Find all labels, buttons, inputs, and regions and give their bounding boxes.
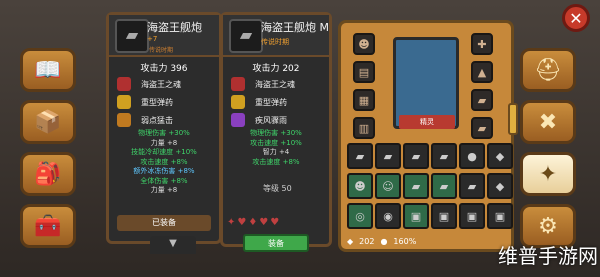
strike-icon: [117, 113, 131, 127]
part-row: 重型弹药: [231, 95, 287, 109]
soul-icon: [117, 77, 131, 91]
gem-icon: ◆: [347, 236, 354, 246]
weapon-stats: 物理伤害 +30% 攻击速度 +10% 智力 +4 攻击速度 +8%: [223, 129, 329, 167]
inventory-slot[interactable]: ●: [459, 143, 485, 169]
ammo-icon: [231, 95, 245, 109]
inventory-slot[interactable]: ▣: [403, 203, 429, 229]
equipped-label: 已装备: [117, 215, 211, 231]
part-row: 弱点猛击: [117, 113, 173, 127]
stat-line: 全体伤害 +8%: [140, 176, 188, 185]
inventory-slot[interactable]: ▰: [431, 173, 457, 199]
left-menu: 📖 📦 🎒 🧰: [20, 48, 82, 256]
stat-line: 攻击速度 +10%: [250, 138, 302, 147]
rune-slots: ✦♥♦♥♥: [227, 217, 282, 228]
weapon-subtitle: +7: [147, 35, 158, 43]
inventory-slot[interactable]: ◉: [375, 203, 401, 229]
part-label: 海盗王之魂: [141, 79, 181, 89]
part-label: 重型弹药: [255, 97, 287, 107]
close-icon[interactable]: ✕: [562, 4, 590, 32]
soul-icon: [231, 77, 245, 91]
ammo-icon: [117, 95, 131, 109]
stat-line: 技能冷却速度 +10%: [131, 148, 197, 156]
stat-line: 物理伤害 +30%: [138, 129, 190, 137]
bag-icon[interactable]: 🎒: [20, 152, 76, 196]
stat-line: 智力 +4: [262, 148, 290, 156]
part-label: 海盗王之魂: [255, 79, 295, 89]
part-row: 海盗王之魂: [231, 77, 295, 91]
part-label: 疾风骤雨: [255, 115, 287, 125]
part-row: 海盗王之魂: [117, 77, 181, 91]
coin-count: 160%: [393, 236, 417, 246]
stat-line: 物理伤害 +30%: [250, 129, 302, 137]
equip-slot[interactable]: ▰: [471, 117, 493, 139]
part-row: 重型弹药: [117, 95, 173, 109]
weapon-title: 海盗王舰炮: [147, 21, 202, 34]
equip-slot[interactable]: ▥: [353, 117, 375, 139]
panel-scroll-tab[interactable]: [508, 103, 518, 135]
box-icon[interactable]: 📦: [20, 100, 76, 144]
equip-slot[interactable]: ✚: [471, 33, 493, 55]
equip-slot[interactable]: ☻: [353, 33, 375, 55]
weapon-rarity: 传说时期: [261, 38, 289, 46]
equip-slot[interactable]: ▲: [471, 61, 493, 83]
cannon-icon: ▰: [115, 19, 149, 53]
stat-line: 攻击速度 +8%: [140, 157, 188, 166]
coin-icon: ●: [380, 236, 388, 246]
weapon-card-header: ▰ 海盗王舰炮 +7 传说时期: [109, 15, 219, 57]
inventory-slot[interactable]: ▣: [459, 203, 485, 229]
watermark: 维普手游网: [498, 244, 598, 268]
stat-line: 力量 +8: [150, 186, 178, 194]
equip-button[interactable]: 装备: [243, 234, 309, 252]
currency-bar: ◆ 202 ● 160%: [347, 234, 507, 248]
inventory-slot[interactable]: ☻: [347, 173, 373, 199]
inventory-slot[interactable]: ☺: [375, 173, 401, 199]
inventory-slot[interactable]: ▰: [403, 143, 429, 169]
weapon-stats: 物理伤害 +30% 力量 +8 技能冷却速度 +10% 攻击速度 +8% 额外冰…: [109, 129, 219, 196]
weapon-title: 海盗王舰炮 M: [261, 21, 329, 34]
stat-line: 攻击速度 +8%: [252, 157, 300, 166]
book-icon[interactable]: 📖: [20, 48, 76, 92]
inventory-slot[interactable]: ◆: [487, 173, 513, 199]
inventory-slot[interactable]: ▰: [403, 173, 429, 199]
inventory-slot[interactable]: ▣: [431, 203, 457, 229]
weapon-rarity: 传说时期: [149, 47, 174, 54]
weapon-card-equipped[interactable]: ▰ 海盗王舰炮 +7 传说时期 攻击力 396 海盗王之魂 重型弹药 弱点猛击 …: [106, 12, 222, 244]
gear-cross-icon[interactable]: ✦: [520, 152, 576, 196]
storm-icon: [231, 113, 245, 127]
inventory-slot[interactable]: ◎: [347, 203, 373, 229]
stat-line: 力量 +8: [150, 138, 178, 147]
part-row: 疾风骤雨: [231, 113, 287, 127]
inventory-slot[interactable]: ▰: [431, 143, 457, 169]
inventory-slot[interactable]: ▣: [487, 203, 513, 229]
collapse-tab[interactable]: ▼: [150, 236, 196, 254]
weapon-level: 等级 50: [263, 184, 292, 193]
stat-line: 额外冰冻伤害 +8%: [133, 167, 195, 175]
helmet-icon[interactable]: ⛑: [520, 48, 576, 92]
inventory-slot[interactable]: ▰: [375, 143, 401, 169]
weapon-attack: 攻击力 202: [252, 64, 300, 74]
chest-icon[interactable]: 🧰: [20, 204, 76, 248]
equip-slot[interactable]: ▰: [471, 89, 493, 111]
inventory-slot[interactable]: ▰: [459, 173, 485, 199]
part-label: 重型弹药: [141, 97, 173, 107]
inventory-slot[interactable]: ▰: [347, 143, 373, 169]
weapon-attack: 攻击力 396: [140, 64, 188, 74]
weapon-card-header: ▰ 海盗王舰炮 M 传说时期: [223, 15, 329, 57]
character-name: 精灵: [399, 115, 455, 129]
inventory-panel: ☻ ▤ ▦ ▥ ✚ ▲ ▰ ▰ 精灵 ▰ ▰ ▰ ▰ ● ◆ ☻ ☺ ▰ ▰ ▰…: [338, 20, 514, 252]
crossed-tools-icon[interactable]: ✖: [520, 100, 576, 144]
gem-count: 202: [359, 236, 375, 246]
cannon-icon: ▰: [229, 19, 263, 53]
part-label: 弱点猛击: [141, 115, 173, 125]
right-menu: ⛑ ✖ ✦ ⚙: [520, 48, 582, 256]
inventory-slot[interactable]: ◆: [487, 143, 513, 169]
weapon-card-compare[interactable]: ▰ 海盗王舰炮 M 传说时期 攻击力 202 海盗王之魂 重型弹药 疾风骤雨 物…: [220, 12, 332, 252]
equip-slot[interactable]: ▤: [353, 61, 375, 83]
equip-slot[interactable]: ▦: [353, 89, 375, 111]
